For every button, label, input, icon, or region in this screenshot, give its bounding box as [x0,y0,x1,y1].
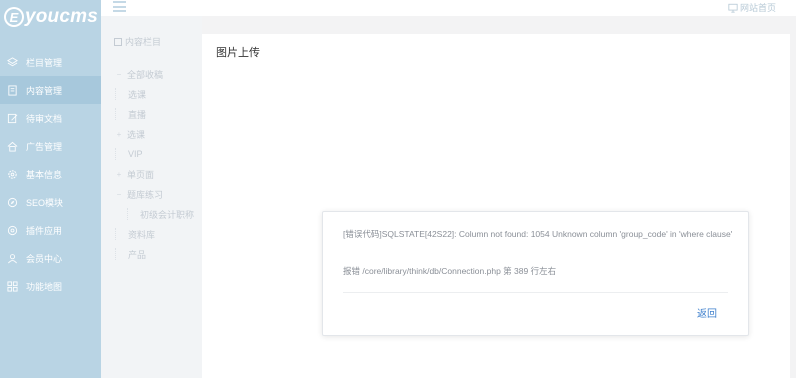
sidebar-item-label: 栏目管理 [26,57,63,68]
grid-icon [6,280,19,293]
top-bar: 网站首页 [101,0,796,16]
sidebar-item[interactable]: 内容管理 [0,76,101,104]
tree-node[interactable]: 资料库 [101,224,202,244]
sidebar-item[interactable]: 广告管理 [0,132,101,160]
user-icon [6,252,19,265]
category-tree-panel: 内容栏目 − 全部收稿 选课 直播 + 选课 VIP + 单页面 − 题库练习 初级会计职称 资料库 产品 [101,16,202,378]
tree-node[interactable]: 直播 [101,104,202,124]
expand-icon[interactable]: + [115,130,123,139]
tree-node[interactable]: − 题库练习 [101,184,202,204]
tree-node[interactable]: 产品 [101,244,202,264]
error-path: 报错 /core/library/think/db/Connection.php… [343,266,557,276]
sidebar-item[interactable]: SEO模块 [0,188,101,216]
sidebar: E youcms 栏目管理内容管理待审文档广告管理基本信息 SEO模块插件应用会员… [0,0,101,378]
collapse-icon[interactable]: − [115,70,123,79]
sidebar-item-label: 待审文档 [26,113,63,124]
tree-node-label: 题库练习 [127,189,164,200]
error-dialog: [错误代码]SQLSTATE[42S22]: Column not found:… [322,211,749,336]
tree-node[interactable]: 选课 [101,84,202,104]
plugin-icon [6,224,19,237]
tree-node-label: 产品 [128,249,147,260]
tree-node-label: 选课 [127,129,146,140]
site-home-label: 网站首页 [739,3,776,13]
tree-node[interactable]: 初级会计职称 [101,204,202,224]
sidebar-item-label: 基本信息 [26,169,63,180]
sidebar-item-label: 会员中心 [26,253,63,264]
site-home-link[interactable]: 网站首页 [728,1,776,14]
expand-icon[interactable]: + [115,170,123,179]
tree-node-label: 初级会计职称 [140,209,195,220]
sidebar-item[interactable]: 待审文档 [0,104,101,132]
tree-node[interactable]: − 全部收稿 [101,64,202,84]
tree-node-label: 资料库 [128,229,156,240]
tree-node-label: 单页面 [127,169,155,180]
tree-node-label: VIP [128,149,143,159]
tree-connector [115,248,124,260]
tree-connector [115,88,124,100]
logo-text: youcms [24,6,98,27]
tree-node[interactable]: + 选课 [101,124,202,144]
compass-icon [6,196,19,209]
tree-node[interactable]: VIP [101,144,202,164]
tree-title-label: 内容栏目 [125,37,162,47]
sidebar-item[interactable]: 会员中心 [0,244,101,272]
tree-list: − 全部收稿 选课 直播 + 选课 VIP + 单页面 − 题库练习 初级会计职称 资料库 产品 [101,64,202,264]
sidebar-item-label: 功能地图 [26,281,63,292]
sidebar-item-label: 插件应用 [26,225,63,236]
sidebar-item-label: 广告管理 [26,141,63,152]
back-button[interactable]: 返回 [697,305,717,320]
sidebar-nav: 栏目管理内容管理待审文档广告管理基本信息 SEO模块插件应用会员中心功能地图 [0,48,101,300]
tree-connector [115,148,124,160]
sidebar-item[interactable]: 插件应用 [0,216,101,244]
tree-node-label: 选课 [128,89,147,100]
logo-mark: E [4,7,24,27]
sidebar-item[interactable]: 基本信息 [0,160,101,188]
sidebar-item-label: 内容管理 [26,85,63,96]
sidebar-item-label: SEO模块 [26,197,64,208]
collapse-icon[interactable]: − [115,190,123,199]
edit-icon [6,112,19,125]
layers-icon [6,56,19,69]
tree-node-label: 直播 [128,109,147,120]
gear-icon [6,168,19,181]
document-icon [6,84,19,97]
sidebar-item[interactable]: 功能地图 [0,272,101,300]
monitor-icon [728,3,738,13]
sidebar-item[interactable]: 栏目管理 [0,48,101,76]
tree-connector [127,208,136,220]
home-icon [6,140,19,153]
dialog-divider [343,292,728,293]
page-title: 图片上传 [216,47,260,59]
tree-connector [115,108,124,120]
tree-node[interactable]: + 单页面 [101,164,202,184]
tree-node-label: 全部收稿 [127,69,164,80]
error-message: [错误代码]SQLSTATE[42S22]: Column not found:… [343,229,733,239]
tree-connector [115,228,124,240]
tree-title: 内容栏目 [114,35,161,48]
hamburger-icon[interactable] [113,1,126,12]
collapse-box-icon[interactable] [114,37,122,46]
logo[interactable]: E youcms [4,6,98,28]
